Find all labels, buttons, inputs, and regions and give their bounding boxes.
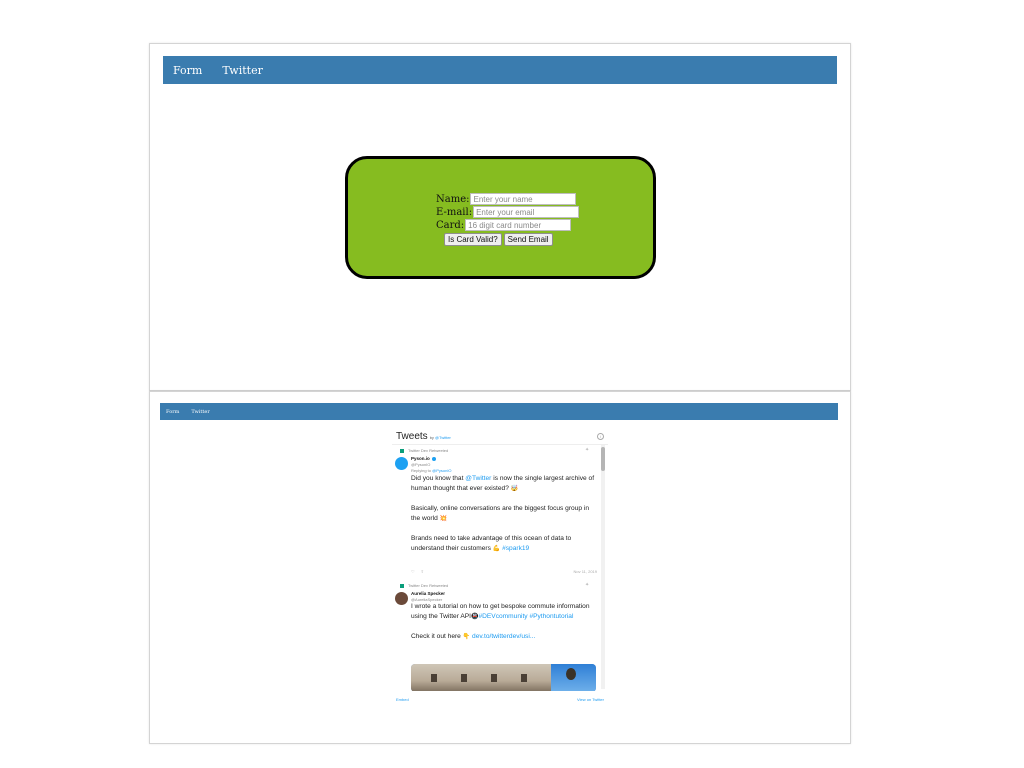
emoji: 🤯 [510, 486, 519, 492]
tweet-url-link[interactable]: dev.to/twitterdev/usi... [472, 633, 535, 640]
verified-icon [431, 456, 436, 461]
nav-twitter-link[interactable]: Twitter [222, 64, 263, 77]
email-input[interactable] [473, 206, 580, 218]
twitter-bird-icon: ✦ [585, 447, 590, 453]
card-row: Card: [436, 219, 572, 231]
twitter-bird-icon: ✦ [585, 582, 590, 588]
retweet-context: Twitter Dev Retweeted [400, 448, 448, 453]
name-row: Name: [436, 193, 577, 205]
image-window [431, 674, 437, 682]
share-icon[interactable]: ⇪ [421, 569, 424, 574]
tweet-text-part: Check it out here [411, 633, 461, 640]
reply-to: Replying to @PysonIO [411, 468, 452, 473]
name-input[interactable] [470, 193, 577, 205]
tweet-date[interactable]: Nov 11, 2019 [574, 569, 598, 574]
image-building [411, 664, 551, 691]
validate-card-button[interactable]: Is Card Valid? [444, 233, 502, 246]
timeline-title: Tweets [396, 431, 428, 442]
timeline-scroll-area[interactable]: Twitter Dev Retweeted ✦ Pyson.io @PysonI… [392, 444, 608, 691]
emoji: 💪 [492, 546, 501, 552]
info-icon[interactable]: i [597, 433, 604, 440]
hashtag-link[interactable]: #DEVcommunity [478, 613, 527, 620]
author-name-text: Pyson.io [411, 456, 430, 461]
image-window [491, 674, 497, 682]
send-email-button[interactable]: Send Email [503, 233, 553, 246]
tweet-text-part: Brands need to take advantage of this oc… [411, 535, 572, 552]
emoji: 💥 [439, 516, 448, 522]
timeline-footer: Embed View on Twitter [392, 694, 608, 704]
tweet-text: Did you know that @Twitter is now the si… [411, 474, 597, 554]
tweet-image[interactable] [411, 664, 596, 691]
form-page-panel: Form Twitter Name: E-mail: Card: Is Card… [149, 43, 851, 391]
nav-form-link[interactable]: Form [173, 64, 202, 77]
retweet-context: Twitter Dev Retweeted [400, 583, 448, 588]
card-number-input[interactable] [465, 219, 572, 231]
by-handle-link[interactable]: @Twitter [435, 435, 451, 440]
avatar[interactable] [395, 457, 408, 470]
timeline-scrollbar[interactable] [601, 445, 605, 689]
view-on-twitter-link[interactable]: View on Twitter [577, 697, 604, 702]
top-navbar: Form Twitter [163, 56, 837, 84]
nav-form-link[interactable]: Form [166, 409, 179, 415]
author-name[interactable]: Aurelia Specker [411, 591, 445, 596]
author-handle[interactable]: @PysonIO [411, 462, 430, 467]
tweet-text-part: Basically, online conversations are the … [411, 505, 590, 522]
form-card: Name: E-mail: Card: Is Card Valid? Send … [345, 156, 656, 279]
like-icon[interactable]: ♡ [411, 569, 415, 574]
timeline-header: Tweets by @Twitter [396, 431, 451, 442]
card-label: Card: [436, 219, 465, 231]
twitter-timeline-widget: Tweets by @Twitter i Twitter Dev Retweet… [392, 428, 608, 706]
retweet-icon [400, 448, 404, 453]
retweet-context-text: Twitter Dev Retweeted [408, 448, 449, 453]
reply-handle-link[interactable]: @PysonIO [432, 468, 451, 473]
mention-link[interactable]: @Twitter [465, 475, 491, 482]
hashtag-link[interactable]: #spark19 [502, 545, 529, 552]
image-window [461, 674, 467, 682]
form-buttons: Is Card Valid? Send Email [444, 233, 553, 246]
reply-prefix: Replying to [411, 468, 432, 473]
by-prefix: by [429, 435, 434, 440]
timeline-by: by @Twitter [430, 435, 451, 440]
email-row: E-mail: [436, 206, 580, 218]
emoji: 👇 [462, 634, 471, 640]
scrollbar-thumb[interactable] [601, 447, 605, 471]
tweet[interactable]: Twitter Dev Retweeted ✦ Pyson.io @PysonI… [392, 445, 600, 580]
avatar[interactable] [395, 592, 408, 605]
tweet-actions: ♡ ⇪ Nov 11, 2019 [411, 569, 597, 574]
image-statue [566, 668, 576, 680]
retweet-context-text: Twitter Dev Retweeted [408, 583, 449, 588]
nav-twitter-link[interactable]: Twitter [191, 409, 209, 415]
tweet-text: I wrote a tutorial on how to get bespoke… [411, 602, 597, 642]
twitter-page-panel: Form Twitter Tweets by @Twitter i Twitte… [149, 391, 851, 744]
tweet-text-part: Did you know that [411, 475, 464, 482]
embed-link[interactable]: Embed [396, 697, 409, 702]
name-label: Name: [436, 193, 470, 205]
tweet[interactable]: Twitter Dev Retweeted ✦ Aurelia Specker … [392, 583, 600, 691]
retweet-icon [400, 583, 404, 588]
bottom-navbar: Form Twitter [160, 403, 838, 420]
author-name[interactable]: Pyson.io [411, 456, 436, 461]
email-label: E-mail: [436, 206, 473, 218]
image-window [521, 674, 527, 682]
hashtag-link[interactable]: #Pythontutorial [529, 613, 573, 620]
